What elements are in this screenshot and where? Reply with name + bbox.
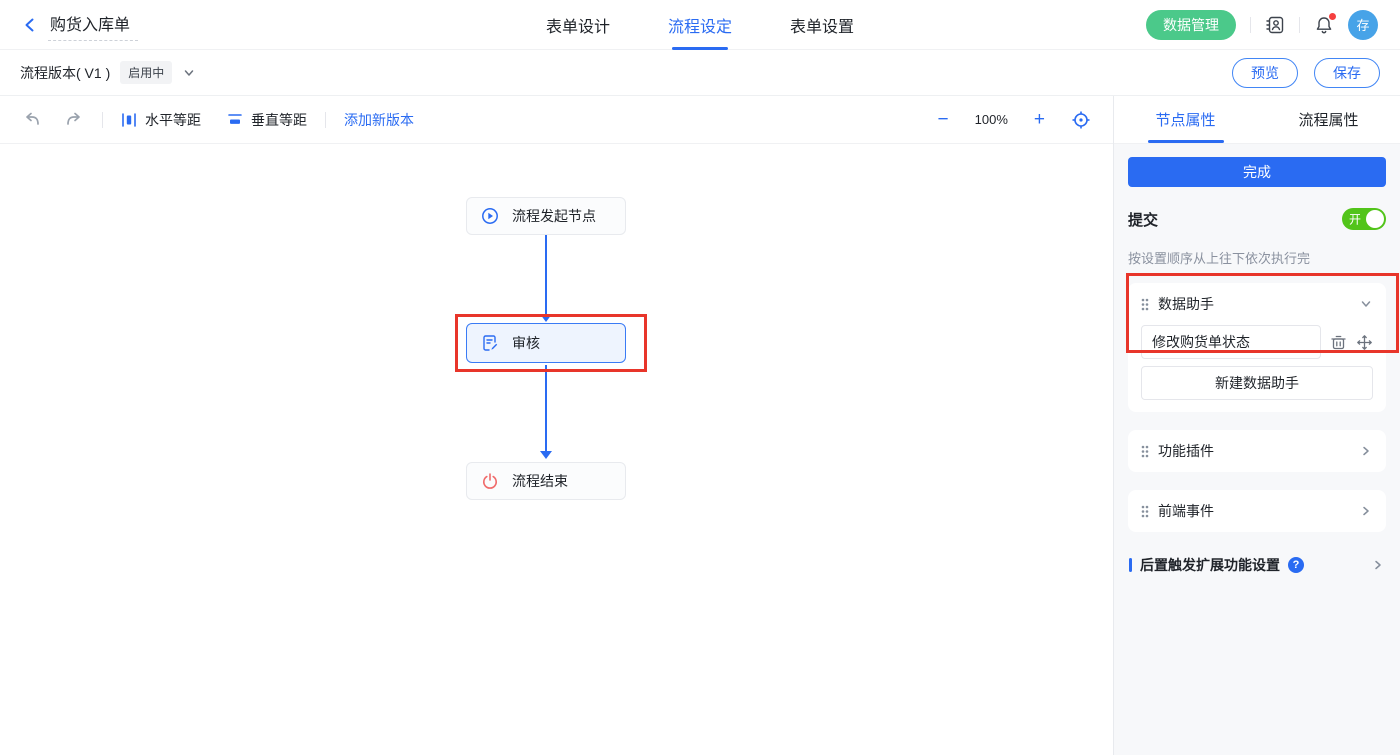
play-icon xyxy=(481,207,499,225)
tab-form-setting[interactable]: 表单设置 xyxy=(790,0,854,50)
flow-node-end[interactable]: 流程结束 xyxy=(466,462,626,500)
header-tabs: 表单设计 流程设定 表单设置 xyxy=(546,0,854,50)
contacts-icon[interactable] xyxy=(1265,15,1285,35)
flow-edge xyxy=(545,365,547,452)
flow-canvas[interactable]: 流程发起节点 审核 xyxy=(0,144,1113,755)
tab-node-properties[interactable]: 节点属性 xyxy=(1114,96,1257,143)
tab-flow-properties[interactable]: 流程属性 xyxy=(1257,96,1400,143)
move-icon[interactable] xyxy=(1356,334,1373,351)
edit-document-icon xyxy=(481,334,499,352)
plugin-card[interactable]: 功能插件 xyxy=(1128,430,1386,472)
power-icon xyxy=(481,472,499,490)
frontend-event-card[interactable]: 前端事件 xyxy=(1128,490,1386,532)
data-helper-item[interactable]: 修改购货单状态 xyxy=(1141,325,1321,359)
submit-label: 提交 xyxy=(1128,209,1158,230)
chevron-down-icon[interactable] xyxy=(1359,297,1373,311)
new-data-helper-button[interactable]: 新建数据助手 xyxy=(1141,366,1373,400)
flow-node-start[interactable]: 流程发起节点 xyxy=(466,197,626,235)
flow-edge xyxy=(545,235,547,315)
notification-bell-icon[interactable] xyxy=(1314,15,1334,35)
undo-icon[interactable] xyxy=(22,112,42,128)
zoom-out-button[interactable]: − xyxy=(938,110,949,129)
help-icon[interactable]: ? xyxy=(1288,557,1304,573)
preview-button[interactable]: 预览 xyxy=(1232,58,1298,88)
data-helper-card: 数据助手 修改购货单状态 xyxy=(1128,283,1386,412)
data-helper-header[interactable]: 数据助手 xyxy=(1128,283,1386,325)
back-chevron-icon xyxy=(22,17,38,33)
notification-dot xyxy=(1329,13,1336,20)
version-actions: 预览 保存 xyxy=(1232,58,1380,88)
app-window: 购货入库单 表单设计 流程设定 表单设置 数据管理 xyxy=(0,0,1400,755)
execution-hint: 按设置顺序从上往下依次执行完 xyxy=(1128,248,1386,267)
node-label: 审核 xyxy=(512,333,540,353)
version-bar: 流程版本( V1 ) 启用中 预览 保存 xyxy=(0,50,1400,96)
divider xyxy=(1250,17,1251,33)
drag-handle-icon[interactable] xyxy=(1141,298,1149,311)
data-helper-title: 数据助手 xyxy=(1158,294,1214,314)
drag-handle-icon[interactable] xyxy=(1141,505,1149,518)
page-title[interactable]: 购货入库单 xyxy=(48,9,138,41)
node-label: 流程结束 xyxy=(512,471,568,491)
chevron-right-icon[interactable] xyxy=(1359,504,1373,518)
toggle-on-label: 开 xyxy=(1349,211,1361,228)
plugin-title: 功能插件 xyxy=(1158,441,1214,461)
canvas-toolbar: 水平等距 垂直等距 添加新版本 − 100% + xyxy=(0,96,1113,144)
toggle-knob xyxy=(1366,210,1384,228)
zoom-in-button[interactable]: + xyxy=(1034,110,1045,129)
tab-form-design[interactable]: 表单设计 xyxy=(546,0,610,50)
frontend-event-title: 前端事件 xyxy=(1158,501,1214,521)
node-label: 流程发起节点 xyxy=(512,206,596,226)
delete-icon[interactable] xyxy=(1330,334,1347,351)
tab-flow-setting[interactable]: 流程设定 xyxy=(668,0,732,50)
save-button[interactable]: 保存 xyxy=(1314,58,1380,88)
horizontal-equal-button[interactable]: 水平等距 xyxy=(121,110,201,130)
zoom-level: 100% xyxy=(975,112,1008,127)
panel-tabs: 节点属性 流程属性 xyxy=(1114,96,1400,144)
arrowhead-icon xyxy=(540,314,552,322)
vertical-distribute-icon xyxy=(227,112,243,128)
chevron-down-icon[interactable] xyxy=(182,66,196,80)
version-label: 流程版本( V1 ) xyxy=(20,63,110,83)
center-locate-icon[interactable] xyxy=(1071,110,1091,130)
divider xyxy=(325,112,326,128)
panel-body: 完成 提交 开 按设置顺序从上往下依次执行完 数据助手 xyxy=(1114,144,1400,755)
status-badge: 启用中 xyxy=(120,61,172,84)
divider xyxy=(1299,17,1300,33)
vertical-equal-button[interactable]: 垂直等距 xyxy=(227,110,307,130)
section-marker xyxy=(1129,558,1132,572)
data-manage-button[interactable]: 数据管理 xyxy=(1146,10,1236,40)
drag-handle-icon[interactable] xyxy=(1141,445,1149,458)
divider xyxy=(102,112,103,128)
arrowhead-icon xyxy=(540,451,552,459)
avatar[interactable]: 存 xyxy=(1348,10,1378,40)
add-version-link[interactable]: 添加新版本 xyxy=(344,110,414,130)
flow-designer: 水平等距 垂直等距 添加新版本 − 100% + xyxy=(0,96,1113,755)
back-button[interactable] xyxy=(22,17,38,33)
chevron-right-icon[interactable] xyxy=(1371,558,1385,572)
horizontal-distribute-icon xyxy=(121,112,137,128)
redo-icon[interactable] xyxy=(64,112,84,128)
submit-toggle[interactable]: 开 xyxy=(1342,208,1386,230)
properties-panel: 节点属性 流程属性 完成 提交 开 按设置顺序从上往下依次执行完 xyxy=(1113,96,1400,755)
chevron-right-icon[interactable] xyxy=(1359,444,1373,458)
flow-node-review[interactable]: 审核 xyxy=(466,323,626,363)
post-trigger-row[interactable]: 后置触发扩展功能设置 ? xyxy=(1128,555,1386,575)
top-header: 购货入库单 表单设计 流程设定 表单设置 数据管理 xyxy=(0,0,1400,50)
done-button[interactable]: 完成 xyxy=(1128,157,1386,187)
header-actions: 数据管理 存 xyxy=(1146,10,1378,40)
post-trigger-title: 后置触发扩展功能设置 xyxy=(1140,555,1280,575)
